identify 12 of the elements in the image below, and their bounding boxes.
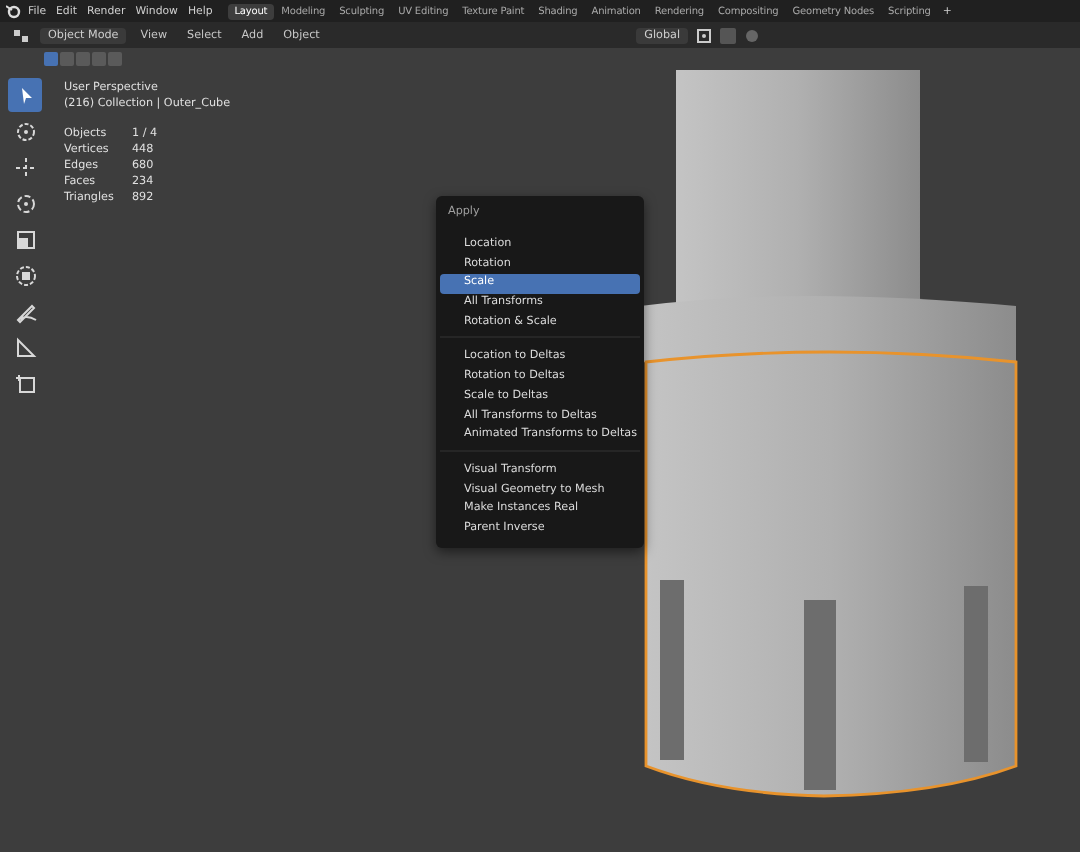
rotate-icon (13, 191, 37, 215)
editor-type-icon[interactable] (12, 27, 32, 43)
transform-icon (13, 263, 37, 287)
tool-button[interactable] (8, 78, 42, 112)
crosshair-circle-icon (13, 119, 37, 143)
add-cube-icon (13, 371, 37, 395)
move-arrows-icon (13, 155, 37, 179)
pivot-icon[interactable] (696, 27, 712, 43)
pencil-icon (13, 299, 37, 323)
app-logo-icon[interactable] (6, 3, 22, 19)
scale-icon (13, 227, 37, 251)
ruler-icon (13, 335, 37, 359)
